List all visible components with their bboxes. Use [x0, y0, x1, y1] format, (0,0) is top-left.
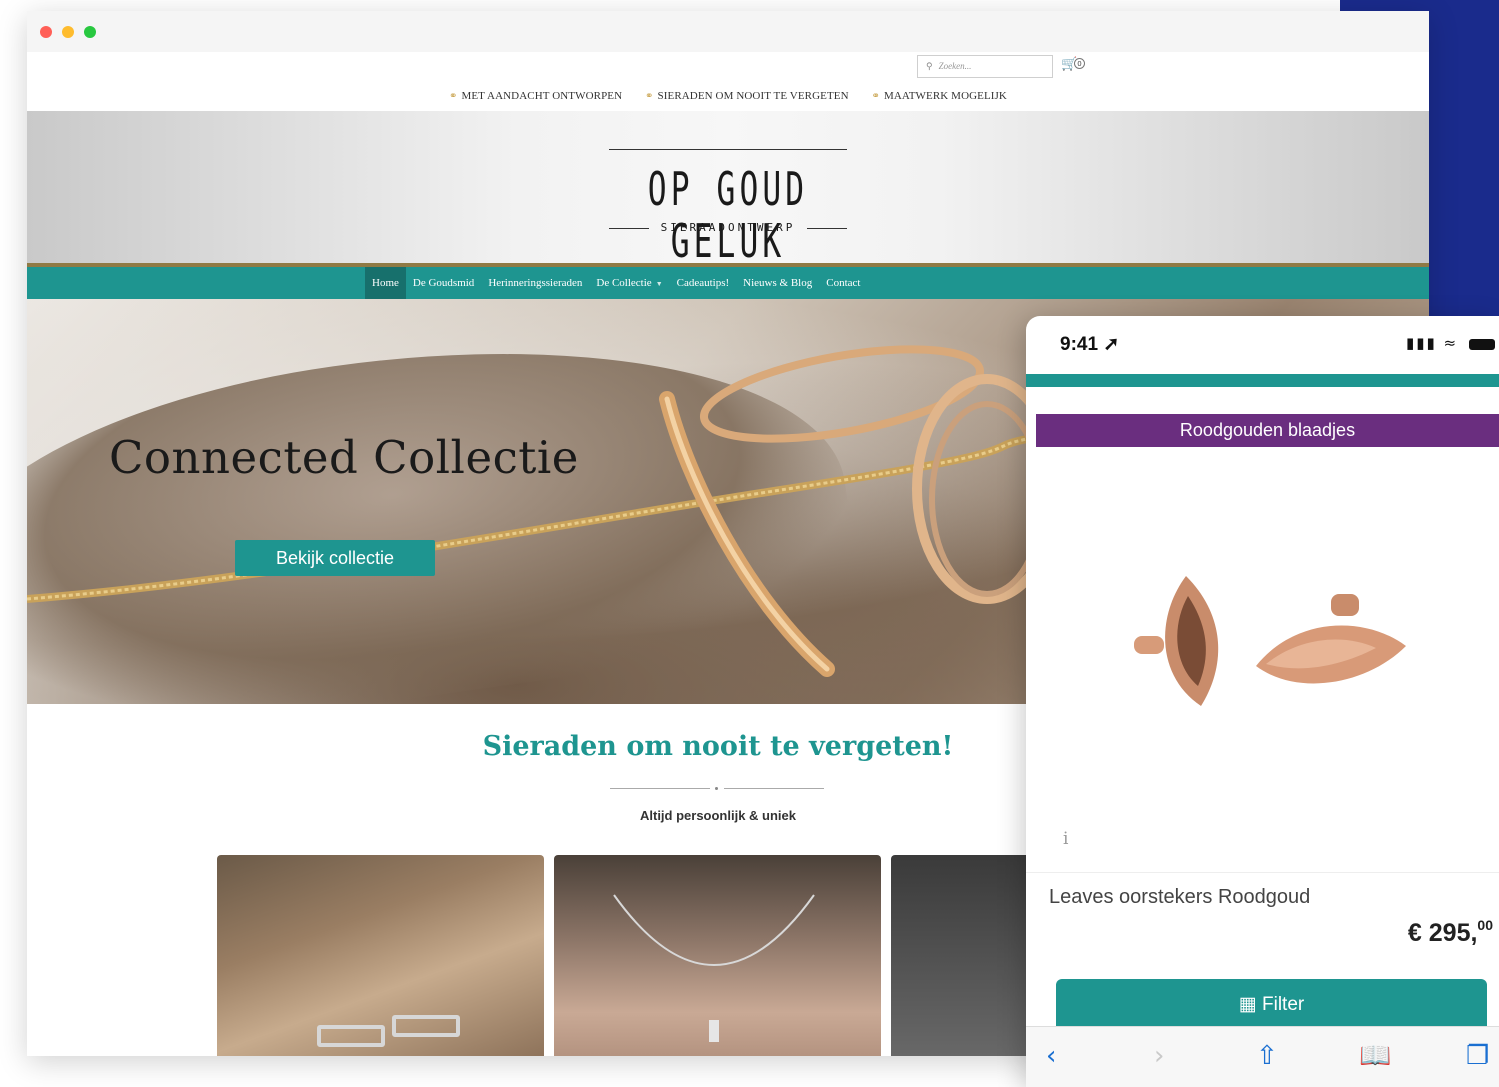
logo-rule	[609, 228, 649, 229]
phone-header-bar	[1026, 374, 1499, 387]
product-price: € 295,00	[1407, 917, 1493, 947]
ring-image	[392, 1015, 460, 1037]
nav-item-de-goudsmid[interactable]: De Goudsmid	[406, 267, 481, 299]
nav-item-cadeautips[interactable]: Cadeautips!	[670, 267, 737, 299]
signal-wifi-icons: ▮▮▮ ≈	[1406, 334, 1459, 352]
nav-item-nieuws-blog[interactable]: Nieuws & Blog	[736, 267, 819, 299]
site-topbar: ⚲ Zoeken... 🛒 0 ⚭ MET AANDACHT ONTWORPEN ⚭…	[27, 52, 1429, 111]
necklace-image	[613, 894, 815, 1042]
site-logo[interactable]: OP GOUD GELUK	[632, 163, 824, 267]
filter-button[interactable]: ▦ Filter	[1056, 979, 1487, 1029]
info-icon[interactable]: i	[1063, 829, 1068, 849]
search-input[interactable]: ⚲ Zoeken...	[917, 55, 1053, 78]
rings-icon: ⚭	[449, 91, 458, 102]
section-divider	[610, 788, 710, 789]
share-icon[interactable]: ⇧	[1256, 1041, 1278, 1071]
main-navigation: Home De Goudsmid Herinneringssieraden De…	[27, 267, 1429, 299]
maximize-window-button[interactable]	[84, 26, 96, 38]
chevron-down-icon: ▼	[655, 280, 663, 288]
usp-item: ⚭ MET AANDACHT ONTWORPEN	[449, 90, 623, 102]
window-titlebar	[27, 11, 1429, 52]
photo-card-necklace[interactable]	[554, 855, 881, 1056]
divider	[1026, 872, 1499, 873]
view-collection-button[interactable]: Bekijk collectie	[235, 540, 435, 576]
header-banner: OP GOUD GELUK SIERAADONTWERP	[27, 111, 1429, 267]
search-icon: ⚲	[926, 61, 933, 71]
section-divider	[724, 788, 824, 789]
usp-bar: ⚭ MET AANDACHT ONTWORPEN ⚭ SIERADEN OM NOO…	[27, 90, 1429, 102]
logo-subtitle: SIERAADONTWERP	[660, 221, 796, 234]
section-divider-dot	[715, 787, 718, 790]
back-icon[interactable]: ‹	[1046, 1041, 1056, 1071]
product-image-earrings	[1134, 576, 1406, 706]
nav-item-herinneringssieraden[interactable]: Herinneringssieraden	[481, 267, 589, 299]
nav-item-contact[interactable]: Contact	[819, 267, 867, 299]
mobile-phone-mockup: 9:41 ➚ ▮▮▮ ≈ Roodgouden blaadjes i Leave…	[1026, 316, 1499, 1087]
rings-icon: ⚭	[645, 91, 654, 102]
hero-title: Connected Collectie	[109, 431, 579, 484]
forward-icon[interactable]: ›	[1154, 1041, 1164, 1071]
bookmarks-icon[interactable]: 📖	[1359, 1041, 1391, 1071]
cart-count-badge: 0	[1074, 58, 1085, 69]
filter-icon: ▦	[1238, 994, 1257, 1015]
status-time: 9:41 ➚	[1060, 334, 1120, 355]
battery-icon	[1469, 339, 1495, 350]
product-name[interactable]: Leaves oorstekers Roodgoud	[1049, 886, 1310, 909]
tabs-icon[interactable]: ❐	[1466, 1041, 1489, 1071]
usp-item: ⚭ SIERADEN OM NOOIT TE VERGETEN	[645, 90, 849, 102]
search-placeholder: Zoeken...	[938, 61, 972, 71]
category-banner[interactable]: Roodgouden blaadjes	[1036, 414, 1499, 447]
nav-item-home[interactable]: Home	[365, 267, 406, 299]
location-arrow-icon: ➚	[1103, 334, 1120, 355]
photo-card-rings[interactable]	[217, 855, 544, 1056]
rings-icon: ⚭	[871, 91, 880, 102]
logo-rule	[807, 228, 847, 229]
ring-image	[317, 1025, 385, 1047]
usp-item: ⚭ MAATWERK MOGELIJK	[871, 90, 1007, 102]
close-window-button[interactable]	[40, 26, 52, 38]
logo-rule	[609, 149, 847, 150]
minimize-window-button[interactable]	[62, 26, 74, 38]
nav-item-de-collectie[interactable]: De Collectie ▼	[589, 267, 669, 299]
safari-toolbar: ‹ › ⇧ 📖 ❐	[1026, 1026, 1499, 1087]
